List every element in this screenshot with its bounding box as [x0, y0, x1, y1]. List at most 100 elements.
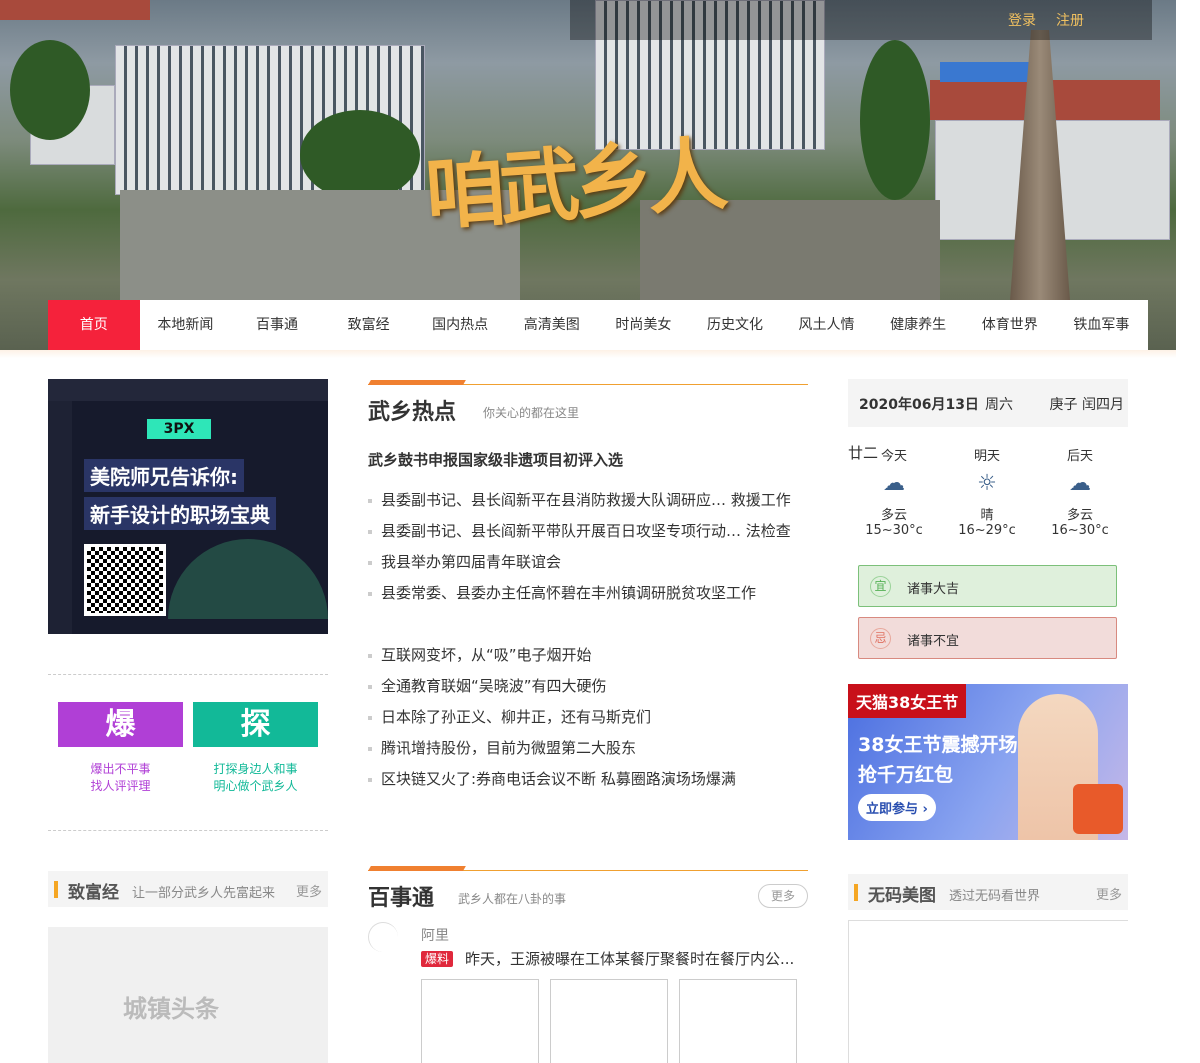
- nav-item[interactable]: 百事通: [231, 300, 323, 350]
- yi-box: 宜 诸事大吉: [858, 565, 1117, 607]
- zhifu-header: 致富经 让一部分武乡人先富起来 更多: [48, 871, 328, 907]
- weather-temp: 16~30°c: [1051, 523, 1109, 538]
- bao-line-1: 爆出不平事: [90, 762, 151, 776]
- avatar[interactable]: [368, 922, 398, 952]
- more-link[interactable]: 更多: [296, 881, 322, 900]
- nav-item[interactable]: 致富经: [323, 300, 415, 350]
- weather-desc: 多云: [880, 508, 907, 523]
- login-link[interactable]: 登录: [1008, 10, 1036, 30]
- register-link[interactable]: 注册: [1056, 10, 1084, 30]
- zhifu-image[interactable]: 城镇头条: [48, 927, 328, 1063]
- image-placeholder-text: 城镇头条: [123, 995, 219, 1023]
- design-course-ad[interactable]: 3PX 美院师兄告诉你: 新手设计的职场宝典: [48, 379, 328, 634]
- ad-line-1: 38女王节震撼开场: [858, 734, 1018, 756]
- section-title: 致富经: [68, 883, 119, 903]
- ad-brand: 3PX: [147, 419, 211, 439]
- date-panel: 2020年06月13日 周六 庚子 闰四月: [848, 379, 1128, 427]
- tan-line-1: 打探身边人和事: [213, 762, 298, 776]
- news-item[interactable]: 区块链又火了:券商电话会议不断 私募圈路演场场爆满: [368, 764, 808, 795]
- section-title: 无码美图: [868, 886, 936, 906]
- tag-badge: 爆料: [421, 951, 454, 967]
- hot-title: 武乡热点: [368, 400, 457, 425]
- weather-day: 明天: [973, 449, 1000, 464]
- post-image[interactable]: [421, 979, 539, 1063]
- cloudy-icon: ☁: [883, 471, 905, 496]
- more-button[interactable]: 更多: [758, 884, 808, 908]
- section-subtitle: 让一部分武乡人先富起来: [132, 886, 276, 901]
- ad-line-1: 美院师兄告诉你:: [84, 459, 244, 492]
- news-item[interactable]: 日本除了孙正义、柳井正，还有马斯克们: [368, 702, 808, 733]
- nav-item[interactable]: 本地新闻: [140, 300, 232, 350]
- post-image[interactable]: [550, 979, 668, 1063]
- news-item[interactable]: 县委常委、县委办主任高怀碧在丰州镇调研脱贫攻坚工作: [368, 578, 808, 609]
- section-rule: [368, 870, 808, 871]
- weather-temp: 16~29°c: [958, 523, 1016, 538]
- ad-cta-button[interactable]: 立即参与 ›: [858, 794, 936, 821]
- nav-item[interactable]: 风土人情: [781, 300, 873, 350]
- baishi-title: 百事通: [368, 886, 435, 911]
- baishi-subtitle: 武乡人都在八卦的事: [458, 892, 567, 906]
- top-bar: 登录 注册: [570, 0, 1152, 40]
- divider: [48, 830, 328, 831]
- news-item[interactable]: 县委副书记、县长阎新平在县消防救援大队调研应… 救援工作: [368, 485, 808, 516]
- ad-line-2: 新手设计的职场宝典: [84, 497, 276, 530]
- weather-desc: 多云: [1066, 508, 1093, 523]
- tmall-ad[interactable]: 天猫38女王节 38女王节震撼开场 抢千万红包 立即参与 ›: [848, 684, 1128, 840]
- weather-day-after: 后天 ☁ 多云 16~30°c: [1035, 445, 1125, 538]
- news-item[interactable]: 全通教育联姻“吴晓波”有四大硬伤: [368, 671, 808, 702]
- lunar-year: 庚子 闰四月: [1049, 397, 1124, 413]
- tan-button[interactable]: 探: [193, 702, 318, 747]
- handbag: [1073, 784, 1123, 834]
- bao-line-2: 找人评评理: [90, 779, 151, 793]
- tan-line-2: 明心做个武乡人: [213, 779, 298, 793]
- main-nav: 首页 本地新闻 百事通 致富经 国内热点 高清美图 时尚美女 历史文化 风土人情…: [48, 300, 1148, 350]
- meitu-image[interactable]: [848, 920, 1128, 1063]
- news-item[interactable]: 互联网变坏，从“吸”电子烟开始: [368, 640, 808, 671]
- weather-tomorrow: 明天 ☼ 晴 16~29°c: [942, 445, 1032, 538]
- ji-box: 忌 诸事不宜: [858, 617, 1117, 659]
- date: 2020年06月13日: [859, 397, 979, 413]
- weather-day: 今天: [880, 449, 907, 464]
- yi-icon: 宜: [870, 576, 891, 597]
- bao-button[interactable]: 爆: [58, 702, 183, 747]
- cloudy-icon: ☁: [1069, 471, 1091, 496]
- section-subtitle: 透过无码看世界: [949, 889, 1041, 904]
- nav-item[interactable]: 国内热点: [414, 300, 506, 350]
- divider: [48, 674, 328, 675]
- more-link[interactable]: 更多: [1096, 884, 1122, 903]
- news-list: 县委副书记、县长阎新平在县消防救援大队调研应… 救援工作 县委副书记、县长阎新平带…: [368, 485, 808, 609]
- news-item[interactable]: 腾讯增持股份，目前为微盟第二大股东: [368, 733, 808, 764]
- nav-item-home[interactable]: 首页: [48, 300, 140, 350]
- post-text[interactable]: 昨天，王源被曝在工体某餐厅聚餐时在餐厅内公...: [465, 948, 794, 969]
- ad-badge: 天猫38女王节: [848, 684, 967, 718]
- nav-item[interactable]: 时尚美女: [598, 300, 690, 350]
- weather-desc: 晴: [980, 508, 994, 523]
- nav-item[interactable]: 铁血军事: [1056, 300, 1148, 350]
- news-list: 互联网变坏，从“吸”电子烟开始 全通教育联姻“吴晓波”有四大硬伤 日本除了孙正义、柳…: [368, 640, 808, 795]
- nav-item[interactable]: 体育世界: [964, 300, 1056, 350]
- news-item[interactable]: 我县举办第四届青年联谊会: [368, 547, 808, 578]
- weather-today: 今天 ☁ 多云 15~30°c: [849, 445, 939, 538]
- hot-subtitle: 你关心的都在这里: [483, 406, 580, 420]
- post-image[interactable]: [679, 979, 797, 1063]
- ji-text: 诸事不宜: [907, 634, 960, 649]
- meitu-header: 无码美图 透过无码看世界 更多: [848, 874, 1128, 910]
- nav-item[interactable]: 历史文化: [689, 300, 781, 350]
- ji-icon: 忌: [870, 628, 891, 649]
- site-logo: 咱武乡人: [422, 126, 725, 242]
- header-banner: 登录 注册 咱武乡人: [0, 0, 1176, 350]
- sunny-icon: ☼: [977, 471, 997, 496]
- headline[interactable]: 武乡鼓书申报国家级非遗项目初评入选: [368, 449, 623, 470]
- section-rule: [368, 384, 808, 385]
- bao-caption[interactable]: 爆出不平事找人评评理: [58, 761, 183, 795]
- news-item[interactable]: 县委副书记、县长阎新平带队开展百日攻坚专项行动… 法检查: [368, 516, 808, 547]
- weekday: 周六: [985, 397, 1013, 413]
- nav-item[interactable]: 健康养生: [872, 300, 964, 350]
- nav-item[interactable]: 高清美图: [506, 300, 598, 350]
- author-name[interactable]: 阿里: [421, 925, 449, 945]
- weather-temp: 15~30°c: [865, 523, 923, 538]
- ad-line-2: 抢千万红包: [858, 764, 954, 786]
- yi-text: 诸事大吉: [907, 582, 960, 597]
- tan-caption[interactable]: 打探身边人和事 明心做个武乡人: [193, 761, 318, 795]
- weather-day: 后天: [1066, 449, 1093, 464]
